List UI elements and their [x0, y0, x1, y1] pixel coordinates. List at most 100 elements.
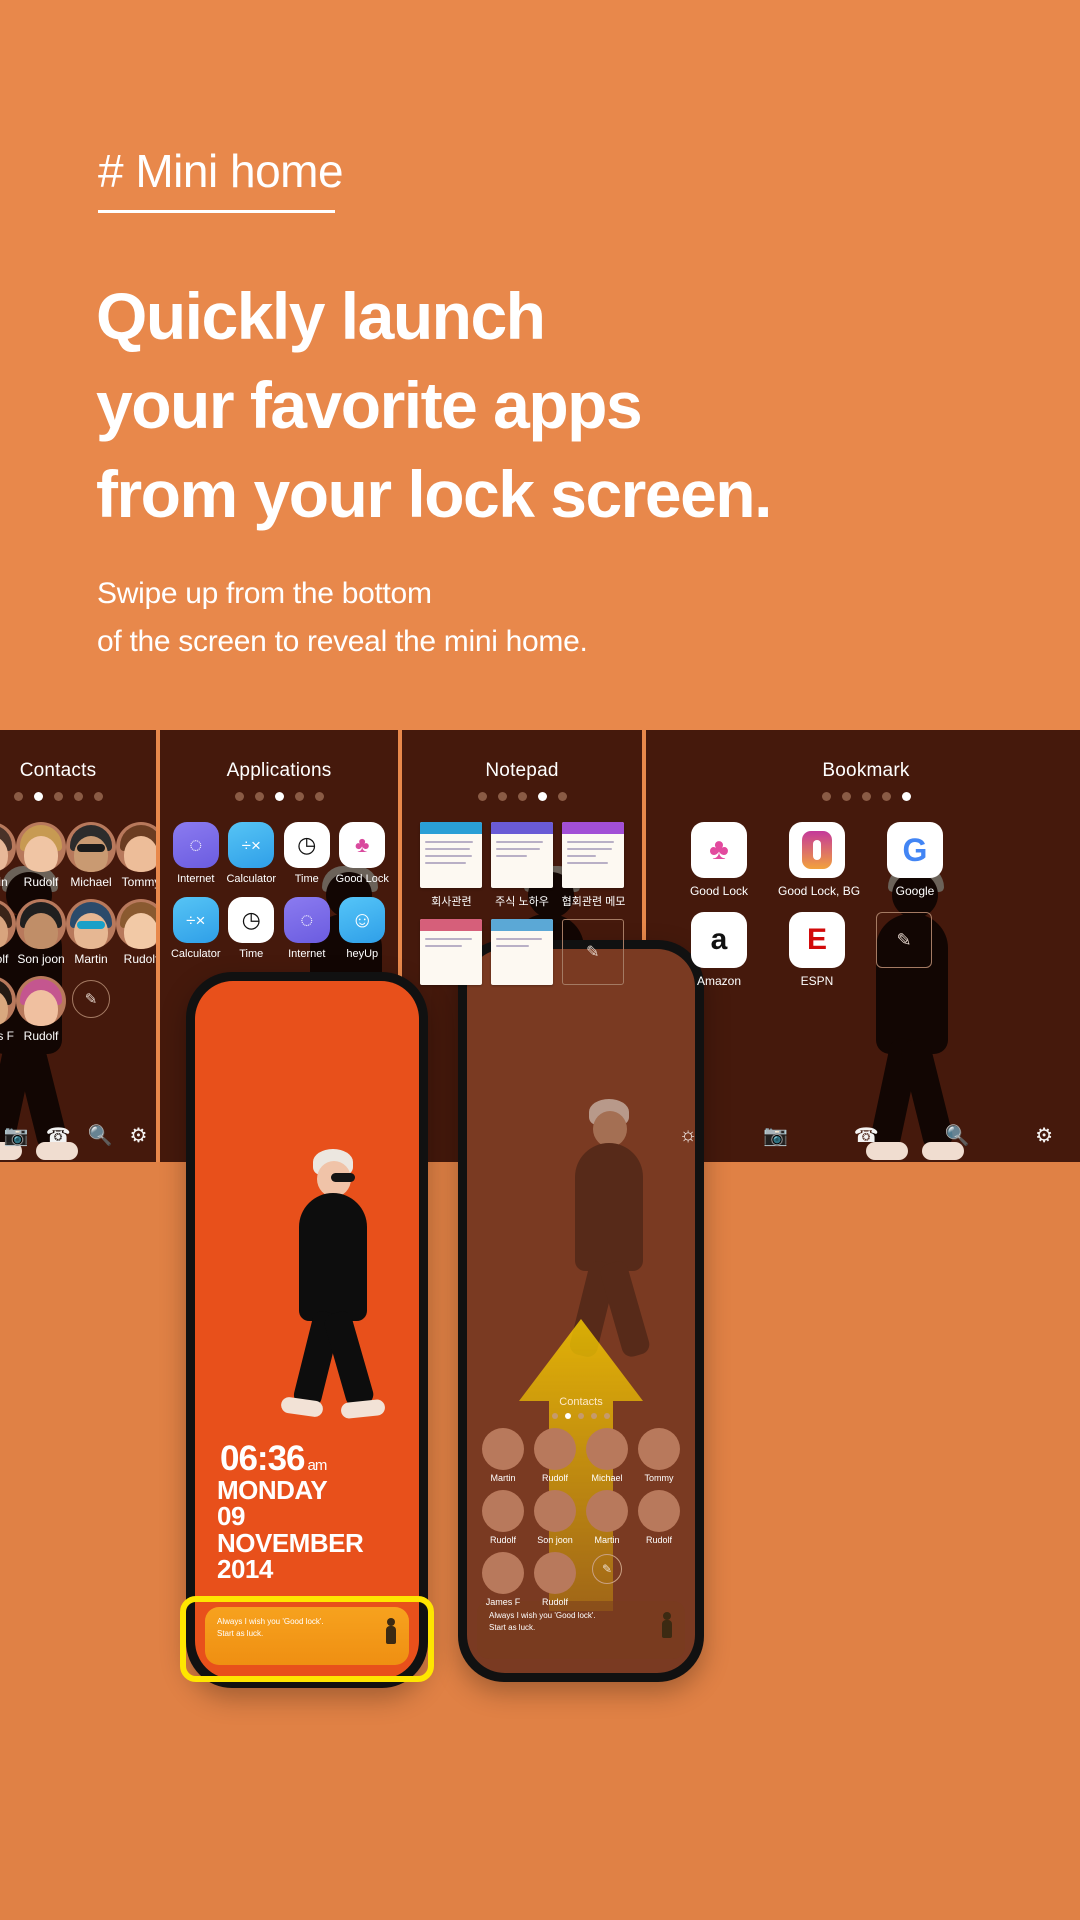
contact-item[interactable]: Tommy	[633, 1428, 685, 1483]
contact-item[interactable]: Rudolf	[529, 1552, 581, 1607]
contact-name: Rudolf	[541, 1473, 568, 1483]
bookmark-item[interactable]: E ESPN	[778, 912, 856, 988]
page-title: Quickly launch your favorite apps from y…	[96, 272, 772, 539]
lockscreen-left: 06:36 am MONDAY 09 NOVEMBER 2014 Always I…	[195, 981, 419, 1679]
contact-add[interactable]: ✎	[581, 1552, 633, 1607]
app-item[interactable]: ☺ heyUp	[335, 897, 391, 960]
app-item[interactable]: ◷ Time	[224, 897, 280, 960]
bookmark-label: Google	[895, 884, 935, 898]
note-item[interactable]: 주식 노하우	[490, 822, 553, 909]
pencil-icon: ✎	[876, 912, 932, 968]
mini-home-title: Contacts	[559, 1396, 603, 1408]
camera-icon[interactable]: 📷	[4, 1123, 29, 1148]
app-item[interactable]: ◷ Time	[279, 822, 335, 885]
avatar	[638, 1490, 680, 1532]
contact-item[interactable]: Rudolf	[16, 976, 66, 1043]
contact-item[interactable]: Rudolf	[16, 822, 66, 889]
contact-name: Martin	[490, 1473, 516, 1483]
lockscreen-right: Contacts Martin Rudolf Michael Tommy Rud…	[467, 949, 695, 1673]
page-subtitle: Swipe up from the bottom of the screen t…	[97, 570, 588, 666]
contact-item[interactable]: Rudolf	[477, 1490, 529, 1545]
note-item[interactable]: 협회관련 메모	[561, 822, 625, 909]
carousel-panel-contacts[interactable]: Contacts Martin Rudolf Michael	[0, 730, 156, 1162]
highlight-annotation	[180, 1596, 434, 1682]
phone-icon[interactable]: ☎	[46, 1123, 71, 1148]
contact-item[interactable]: Michael	[581, 1428, 633, 1483]
contacts-grid-wrap: Martin Rudolf Michael Tommy	[0, 822, 156, 1044]
mini-home-contacts-grid: Martin Rudolf Michael Tommy Rudolf Son j…	[473, 1428, 689, 1607]
contact-item[interactable]: Michael	[66, 822, 116, 889]
bookmarks-grid: ♣ Good Lock Good Lock, BG G Google a Ama…	[646, 822, 1080, 988]
contact-name: Michael	[591, 1473, 623, 1483]
contact-item[interactable]: Martin	[66, 899, 116, 966]
mini-home-dots	[473, 1413, 689, 1419]
subtitle-line-1: Swipe up from the bottom	[97, 577, 432, 610]
panel-title-bookmark: Bookmark	[822, 760, 910, 781]
contact-item[interactable]: Rudolf	[116, 899, 156, 966]
app-label: Internet	[288, 948, 326, 960]
app-item[interactable]: ♣ Good Lock	[335, 822, 391, 885]
contact-item[interactable]: Rudolf	[529, 1428, 581, 1483]
good-lock-icon: ♣	[691, 822, 747, 878]
note-add[interactable]: ✎	[561, 919, 624, 990]
panel-dots-notepad	[402, 792, 642, 801]
mini-home-line-2: Start as luck.	[489, 1622, 536, 1632]
phone-lockscreen-left: 06:36 am MONDAY 09 NOVEMBER 2014 Always I…	[180, 972, 434, 1688]
contact-item[interactable]: Martin	[477, 1428, 529, 1483]
settings-icon[interactable]: ⚙	[130, 1123, 148, 1148]
bookmarks-grid-wrap: ♣ Good Lock Good Lock, BG G Google a Ama…	[646, 822, 1080, 988]
panel-dots-contacts	[0, 792, 156, 801]
note-card	[561, 822, 624, 888]
panel-title-applications: Applications	[226, 760, 332, 781]
bookmark-item[interactable]: ♣ Good Lock	[680, 822, 758, 898]
phone-icon[interactable]: ☎	[854, 1123, 879, 1148]
clock-meridiem: am	[307, 1457, 328, 1475]
contact-item[interactable]: Tommy	[116, 822, 156, 889]
bookmark-item[interactable]: G Google	[876, 822, 954, 898]
note-card	[490, 822, 553, 888]
app-item[interactable]: ◌ Internet	[168, 822, 224, 885]
avatar	[66, 899, 116, 950]
avatar	[66, 822, 116, 872]
note-item[interactable]: 회사관련	[420, 822, 483, 909]
settings-icon[interactable]: ⚙	[1035, 1123, 1053, 1148]
camera-icon[interactable]: 📷	[763, 1123, 788, 1148]
contact-item[interactable]: Martin	[581, 1490, 633, 1545]
bookmark-add[interactable]: ✎	[876, 912, 954, 988]
clock-icon: ◷	[283, 822, 330, 868]
note-card	[420, 822, 483, 888]
bookmark-item[interactable]: Good Lock, BG	[778, 822, 860, 898]
app-label: Good Lock	[335, 873, 389, 885]
brightness-icon[interactable]: ☼	[679, 1124, 697, 1147]
contact-item[interactable]: James F	[0, 976, 16, 1043]
contact-item[interactable]: Son joon	[529, 1490, 581, 1545]
bookmark-item[interactable]: a Amazon	[680, 912, 758, 988]
contact-item[interactable]: James F	[477, 1552, 529, 1607]
note-item[interactable]	[490, 919, 553, 990]
carousel-panel-bookmark[interactable]: Bookmark ♣ Good Lock Good Lock, BG G Goo…	[646, 730, 1080, 1162]
search-icon[interactable]: 🔍	[944, 1123, 969, 1148]
contact-name: Martin	[594, 1535, 620, 1545]
contact-name: Rudolf	[23, 876, 59, 889]
clock-year: 2014	[217, 1554, 273, 1585]
good-lock-icon: ♣	[339, 822, 386, 868]
app-item[interactable]: ◌ Internet	[279, 897, 335, 960]
espn-icon: E	[789, 912, 845, 968]
contact-add[interactable]: ✎	[66, 976, 116, 1043]
lock-toolbar: ☼ 📷 ☎ 🔍 ⚙	[646, 1123, 1080, 1148]
avatar	[116, 822, 156, 872]
contact-item[interactable]: Rudolf	[633, 1490, 685, 1545]
contact-item[interactable]: Martin	[0, 822, 16, 889]
contact-item[interactable]: Rudolf	[0, 899, 16, 966]
note-item[interactable]	[420, 919, 483, 990]
app-item[interactable]: ÷× Calculator	[224, 822, 280, 885]
contacts-grid: Martin Rudolf Michael Tommy	[0, 822, 156, 1044]
contact-name: Martin	[0, 876, 8, 889]
contact-item[interactable]: Son joon	[16, 899, 66, 966]
app-label: Time	[294, 873, 319, 885]
promo-page: # Mini home Quickly launch your favorite…	[0, 0, 1080, 1920]
app-item[interactable]: ÷× Calculator	[168, 897, 224, 960]
contact-name: Tommy	[644, 1473, 674, 1483]
search-icon[interactable]: 🔍	[88, 1123, 113, 1148]
contact-name: Son joon	[537, 1535, 573, 1545]
